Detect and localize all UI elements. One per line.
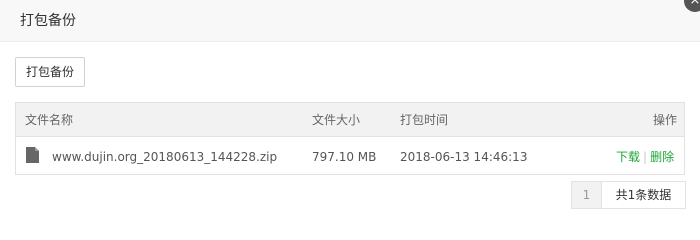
total-count: 共1条数据 <box>615 188 672 202</box>
dialog-title: 打包备份 <box>20 13 76 29</box>
page-number[interactable]: 1 <box>572 182 602 208</box>
delete-link[interactable]: 删除 <box>650 150 674 164</box>
backup-time: 2018-06-13 14:46:13 <box>400 150 528 164</box>
file-name: www.dujin.org_20180613_144228.zip <box>52 150 278 164</box>
backup-table: 文件名称 文件大小 打包时间 操作 www.dujin.org_20180613… <box>15 102 685 175</box>
pagination: 1 共1条数据 <box>571 181 686 209</box>
file-size: 797.10 MB <box>312 150 377 164</box>
download-link[interactable]: 下载 <box>616 150 640 164</box>
column-header-name: 文件名称 <box>25 113 74 127</box>
action-separator: | <box>643 150 648 164</box>
column-header-time: 打包时间 <box>400 113 449 127</box>
table-header: 文件名称 文件大小 打包时间 操作 <box>16 103 684 137</box>
row-actions: 下载 | 删除 <box>616 150 674 164</box>
backup-button[interactable]: 打包备份 <box>15 57 85 87</box>
column-header-action: 操作 <box>653 113 678 127</box>
table-row: www.dujin.org_20180613_144228.zip 797.10… <box>16 137 684 174</box>
file-icon <box>26 147 39 163</box>
backup-dialog: 打包备份 × 打包备份 文件名称 文件大小 打包时间 操作 www.dujin.… <box>0 0 700 225</box>
column-header-size: 文件大小 <box>312 113 361 127</box>
dialog-header: 打包备份 <box>0 0 700 42</box>
